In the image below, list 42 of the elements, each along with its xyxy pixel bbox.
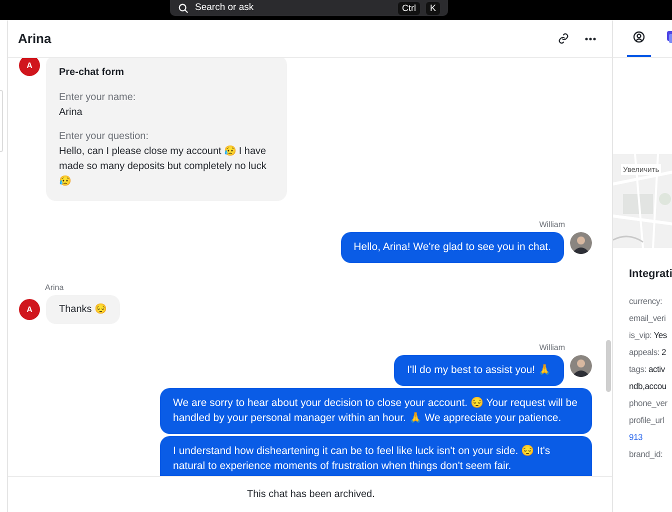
more-icon[interactable]: [585, 36, 596, 40]
customer-avatar: A: [19, 299, 40, 320]
field-value: ndb,accou: [629, 380, 668, 392]
field-key: brand_id:: [629, 446, 663, 462]
agent-avatar: [570, 355, 592, 377]
field-key: tags:: [629, 360, 646, 378]
message-bubble: I understand how disheartening it can be to feel like luck isn't on your side. 😔 It's natural to experience moments of frustration when things don't seem fair.: [160, 436, 592, 476]
message-bubble: Hello, Arina! We're glad to see you in chat.: [340, 232, 564, 263]
author-name: William: [539, 342, 565, 354]
search-field[interactable]: Search or ask Ctrl K: [170, 0, 448, 16]
search-icon: [178, 2, 189, 14]
section-title: Integrati: [629, 267, 672, 282]
field-key: email_veri: [629, 310, 666, 326]
search-placeholder: Search or ask: [195, 0, 255, 15]
chat-title: Arina: [18, 30, 52, 48]
field-key: currency:: [629, 292, 662, 310]
message-bubble: I'll do my best to assist you! 🙏: [394, 355, 564, 386]
field-key: is_vip:: [629, 326, 652, 344]
message-bubble: We are sorry to hear about your decision to close your account. 😔 Your request will be handled by your personal manager within an hour. 🙏 We appreciate your patience.: [160, 388, 592, 434]
author-name: William: [539, 219, 565, 231]
field-value: Yes: [654, 328, 667, 342]
customer-avatar: A: [19, 58, 40, 76]
message-bubble: Thanks 😔: [46, 295, 120, 324]
profile-link[interactable]: 913: [629, 428, 672, 446]
key-hint: Ctrl: [398, 2, 420, 14]
field-key: appeals:: [629, 344, 660, 360]
field-value: activ: [648, 362, 665, 376]
author-name: Arina: [45, 282, 65, 294]
field-value: Arina: [59, 106, 84, 120]
agent-avatar: [570, 232, 592, 254]
field-label: Enter your name:: [59, 91, 137, 105]
scrollbar[interactable]: [606, 340, 611, 392]
archived-notice: This chat has been archived.: [247, 488, 375, 502]
link-icon[interactable]: [558, 33, 569, 44]
field-value: 2: [662, 346, 666, 358]
field-value: Hello, can I please close my account 😥 I have made so many deposits but completely no luck 😥: [59, 144, 268, 189]
user-icon: [633, 31, 645, 43]
field-label: Enter your question:: [59, 130, 150, 144]
field-key: phone_ver: [629, 394, 668, 412]
field-key: profile_url: [629, 412, 664, 428]
key-hint: K: [426, 2, 440, 14]
form-title: Pre-chat form: [59, 66, 126, 80]
